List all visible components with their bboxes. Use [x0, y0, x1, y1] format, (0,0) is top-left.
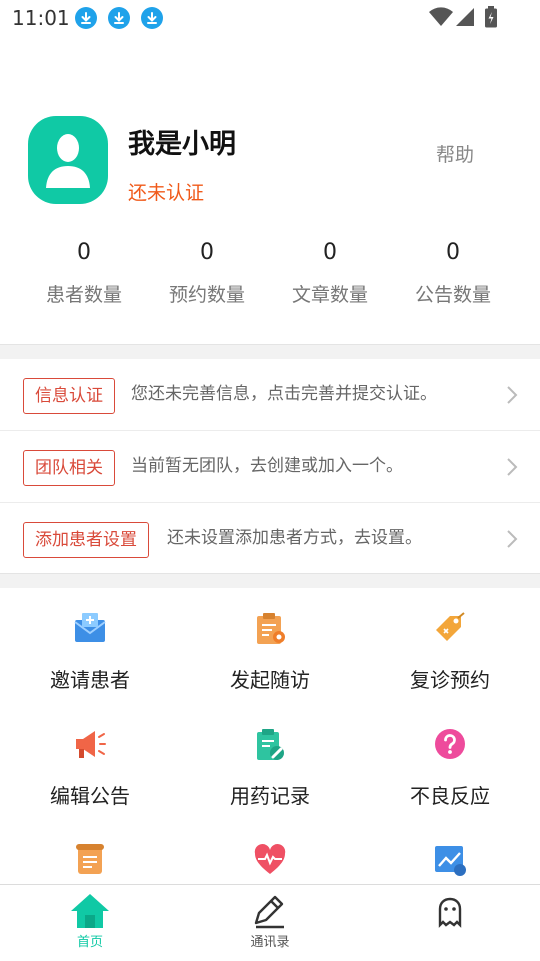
medicine-clipboard-icon: [257, 729, 284, 760]
feature-edit-notice[interactable]: 编辑公告: [0, 726, 180, 809]
feature-follow-up[interactable]: 发起随访: [180, 610, 360, 693]
feature-revisit-appointment[interactable]: 复诊预约: [360, 610, 540, 693]
heart-pulse-icon: [254, 844, 286, 874]
row-tag: 团队相关: [23, 450, 115, 486]
scroll-icon: [76, 844, 104, 874]
feature-label: 不良反应: [410, 784, 490, 808]
feature-adverse-reaction[interactable]: 不良反应: [360, 726, 540, 809]
question-icon: [435, 729, 465, 759]
stat-label: 公告数量: [414, 284, 491, 306]
bottom-nav: 首页 通讯录: [0, 884, 540, 961]
envelope-plus-icon: [74, 613, 106, 642]
stat-articles[interactable]: 0 文章数量: [275, 240, 385, 307]
feature-invite-patient[interactable]: 邀请患者: [0, 610, 180, 693]
download-icon: [108, 7, 130, 29]
clipboard-gear-icon: [257, 613, 285, 644]
feature-label: 用药记录: [230, 784, 310, 808]
download-icon: [75, 7, 97, 29]
stat-value: 0: [77, 240, 91, 265]
stat-value: 0: [323, 240, 337, 265]
feature-label: 编辑公告: [50, 784, 130, 808]
stat-label: 文章数量: [291, 284, 368, 306]
home-icon: [71, 894, 109, 928]
section-divider: [0, 344, 540, 359]
help-link[interactable]: 帮助: [436, 140, 474, 167]
download-icon: [141, 7, 163, 29]
nav-contacts[interactable]: 通讯录: [180, 885, 360, 961]
user-silhouette-icon: [46, 134, 90, 188]
row-tag: 信息认证: [23, 378, 115, 414]
nav-label: 首页: [76, 935, 103, 950]
nav-home[interactable]: 首页: [0, 885, 180, 961]
pencil-icon: [254, 895, 284, 929]
chevron-right-icon: [507, 530, 518, 548]
nav-profile[interactable]: [360, 885, 540, 961]
wifi-icon: [428, 6, 454, 32]
signal-icon: [454, 6, 476, 32]
nav-label: 通讯录: [250, 935, 290, 950]
stat-notices[interactable]: 0 公告数量: [398, 240, 508, 307]
info-row-add-patient[interactable]: 添加患者设置 还未设置添加患者方式，去设置。: [0, 503, 540, 575]
info-row-team[interactable]: 团队相关 当前暂无团队，去创建或加入一个。: [0, 431, 540, 503]
stat-appointments[interactable]: 0 预约数量: [152, 240, 262, 307]
row-tag: 添加患者设置: [23, 522, 149, 558]
row-text: 还未设置添加患者方式，去设置。: [167, 528, 422, 548]
battery-icon: [484, 6, 498, 32]
stat-patients[interactable]: 0 患者数量: [29, 240, 139, 307]
stat-value: 0: [200, 240, 214, 265]
chart-icon: [435, 846, 466, 876]
verify-status[interactable]: 还未认证: [128, 178, 204, 205]
status-time: 11:01: [12, 6, 70, 30]
feature-label: 复诊预约: [410, 668, 490, 692]
tag-icon: [436, 612, 465, 641]
feature-medication-record[interactable]: 用药记录: [180, 726, 360, 809]
user-name: 我是小明: [128, 129, 236, 160]
megaphone-icon: [76, 731, 106, 758]
stat-value: 0: [446, 240, 460, 265]
feature-label: 发起随访: [230, 668, 310, 692]
info-row-verification[interactable]: 信息认证 您还未完善信息，点击完善并提交认证。: [0, 359, 540, 431]
section-divider: [0, 573, 540, 588]
stat-label: 预约数量: [168, 284, 245, 306]
avatar[interactable]: [28, 116, 108, 204]
row-text: 您还未完善信息，点击完善并提交认证。: [131, 384, 437, 404]
status-bar: 11:01: [0, 0, 540, 36]
ghost-icon: [438, 897, 462, 928]
row-text: 当前暂无团队，去创建或加入一个。: [131, 456, 403, 476]
feature-label: 邀请患者: [50, 668, 130, 692]
stat-label: 患者数量: [45, 284, 122, 306]
chevron-right-icon: [507, 386, 518, 404]
chevron-right-icon: [507, 458, 518, 476]
